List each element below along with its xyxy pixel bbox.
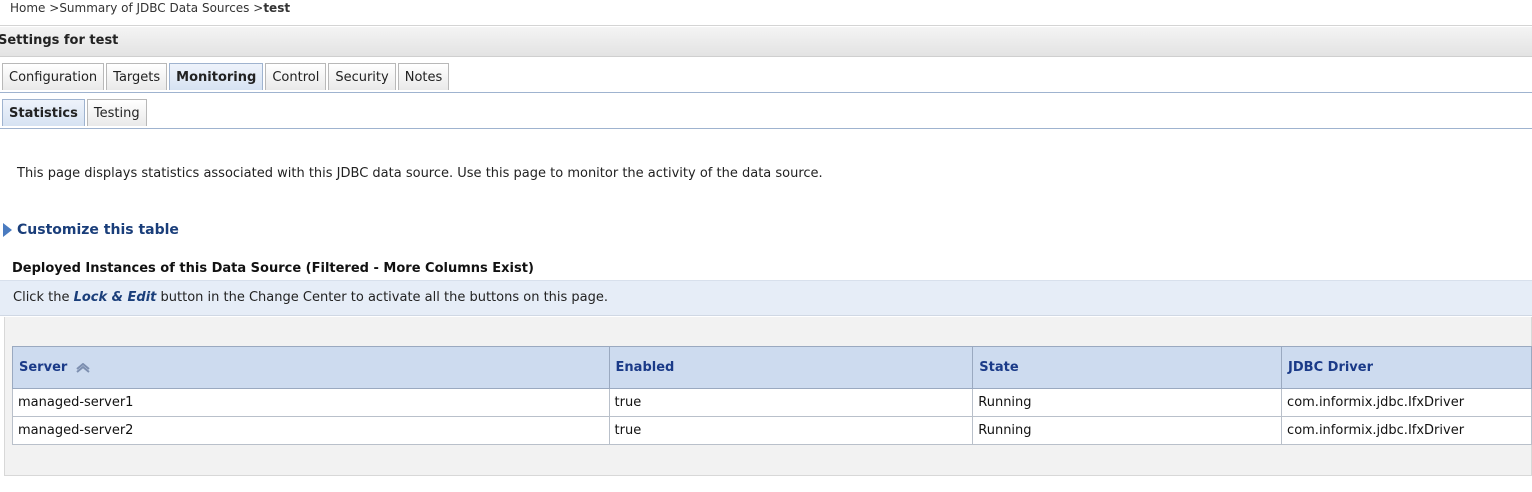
sort-ascending-icon[interactable] (75, 362, 91, 373)
cell-enabled: true (608, 388, 974, 417)
column-header-enabled[interactable]: Enabled (608, 346, 974, 389)
tab-targets[interactable]: Targets (106, 63, 168, 90)
tab-monitoring[interactable]: Monitoring (169, 63, 264, 90)
tab-testing[interactable]: Testing (86, 99, 147, 126)
breadcrumb-home-link[interactable]: Home (10, 1, 45, 15)
notice-prefix: Click the (13, 290, 74, 305)
column-header-jdbc-driver[interactable]: JDBC Driver (1281, 346, 1532, 389)
column-header-state[interactable]: State (972, 346, 1283, 389)
breadcrumb-separator: > (249, 1, 264, 15)
breadcrumb: Home >Summary of JDBC Data Sources >test (10, 1, 290, 15)
cell-jdbc-driver: com.informix.jdbc.IfxDriver (1281, 416, 1532, 445)
lock-edit-notice: Click the Lock & Edit button in the Chan… (0, 280, 1532, 316)
cell-enabled: true (608, 416, 974, 445)
breadcrumb-current: test (263, 1, 291, 15)
main-tab-bar: Configuration Targets Monitoring Control… (2, 63, 451, 92)
table-header-row: Server Enabled State JDBC Driver (12, 346, 1532, 389)
tab-statistics[interactable]: Statistics (2, 99, 85, 126)
column-header-server[interactable]: Server (12, 346, 610, 389)
data-source-instances-table: Server Enabled State JDBC Driver managed… (12, 346, 1532, 445)
cell-server: managed-server1 (12, 388, 610, 417)
sub-tab-underline (0, 128, 1532, 129)
table-row: managed-server1 true Running com.informi… (12, 388, 1532, 417)
breadcrumb-summary-link[interactable]: Summary of JDBC Data Sources (59, 1, 249, 15)
table-title: Deployed Instances of this Data Source (… (12, 261, 534, 276)
table-row: managed-server2 true Running com.informi… (12, 416, 1532, 445)
cell-server: managed-server2 (12, 416, 610, 445)
tab-control[interactable]: Control (265, 63, 327, 90)
page-description: This page displays statistics associated… (17, 166, 823, 181)
column-header-label: Server (19, 360, 68, 375)
customize-table-toggle[interactable]: Customize this table (3, 222, 179, 238)
breadcrumb-separator: > (45, 1, 60, 15)
notice-suffix: button in the Change Center to activate … (156, 290, 609, 305)
tab-security[interactable]: Security (328, 63, 396, 90)
main-tab-underline (0, 92, 1532, 93)
tab-notes[interactable]: Notes (397, 63, 450, 90)
sub-tab-bar: Statistics Testing (2, 99, 149, 128)
cell-state: Running (972, 416, 1283, 445)
customize-table-label: Customize this table (17, 222, 179, 238)
settings-header: Settings for test (0, 27, 1532, 57)
cell-state: Running (972, 388, 1283, 417)
notice-lock-edit-emphasis: Lock & Edit (73, 290, 157, 305)
page-title: Settings for test (0, 33, 119, 48)
tab-configuration[interactable]: Configuration (2, 63, 105, 90)
expand-arrow-icon (3, 223, 12, 237)
column-header-label: JDBC Driver (1288, 360, 1374, 375)
column-header-label: State (979, 360, 1019, 375)
cell-jdbc-driver: com.informix.jdbc.IfxDriver (1281, 388, 1532, 417)
column-header-label: Enabled (615, 360, 675, 375)
breadcrumb-divider (0, 25, 1532, 26)
